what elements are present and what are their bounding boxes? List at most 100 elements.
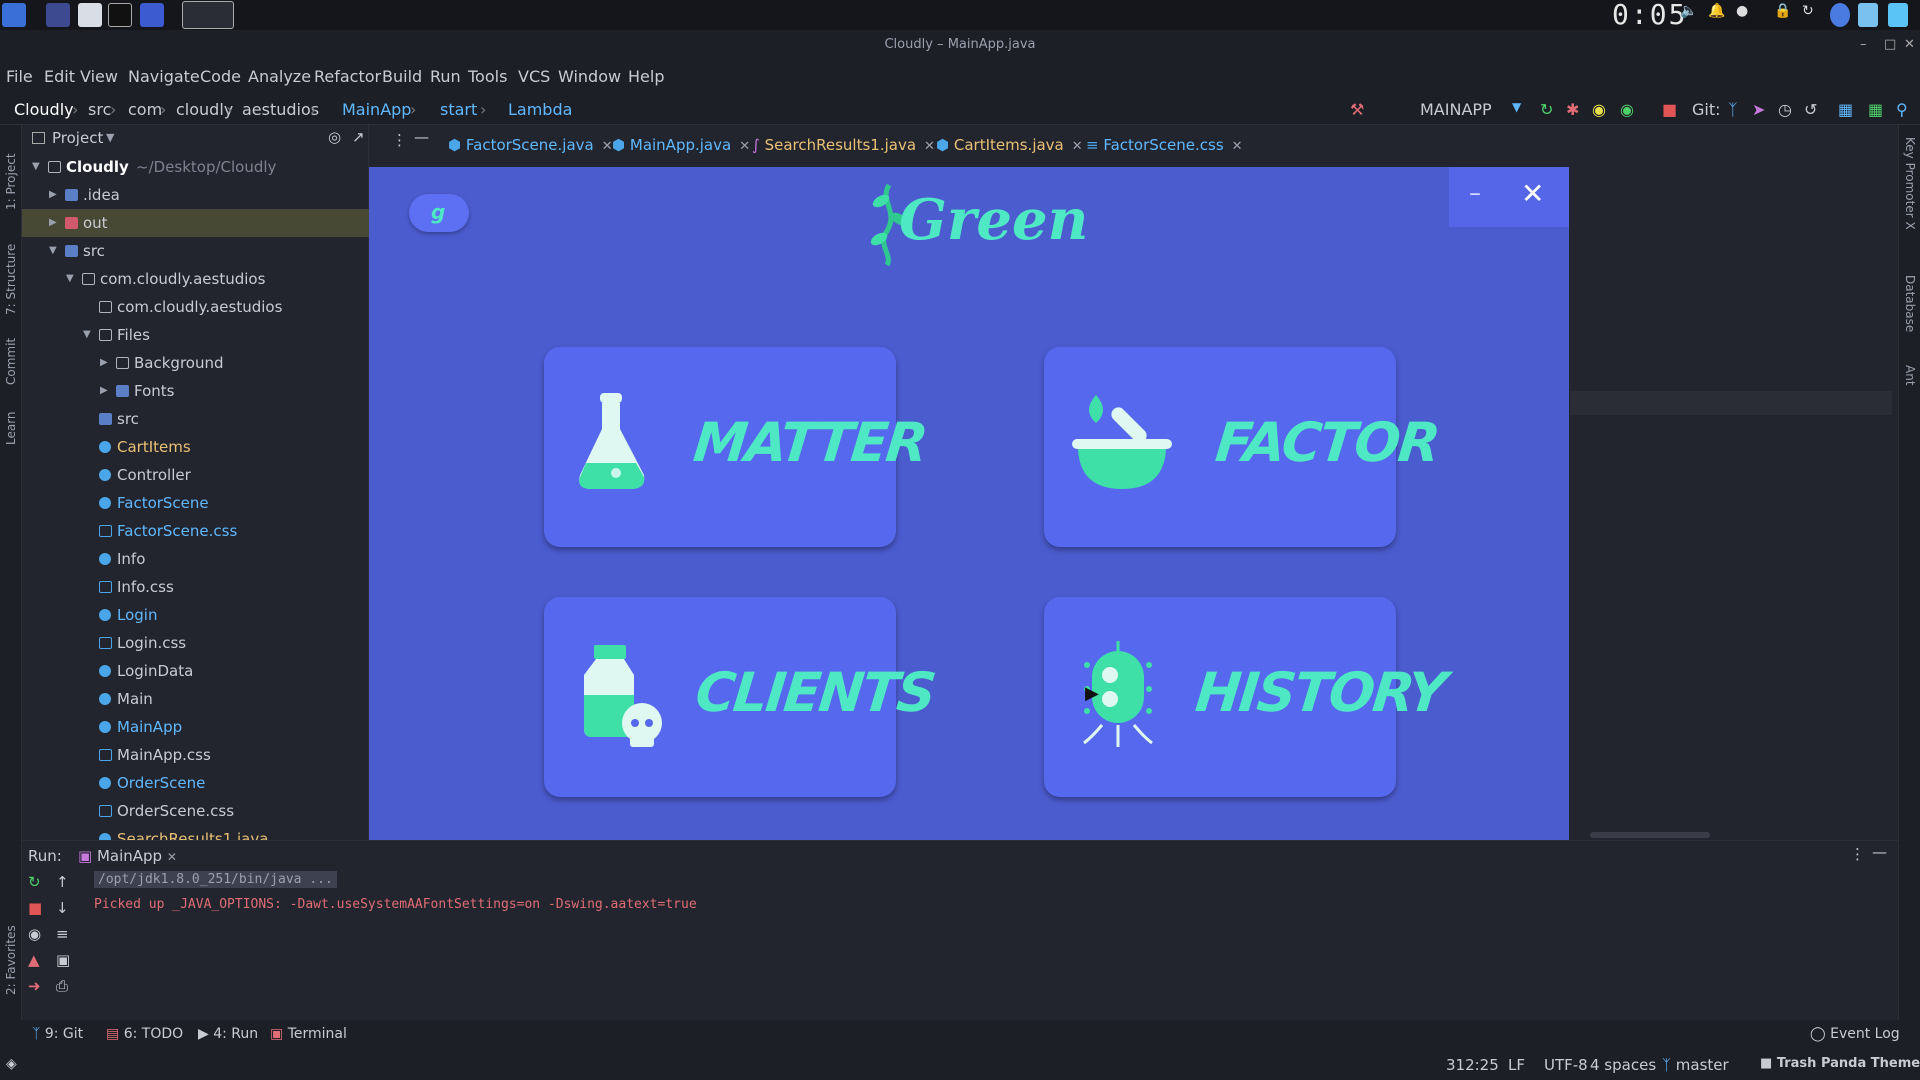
stop-icon[interactable]: ■ bbox=[1662, 100, 1677, 119]
tab-cartitems-java[interactable]: ⬢ CartItems.java ✕ bbox=[936, 136, 1083, 154]
terminal-toolbar-icon[interactable]: ▦ bbox=[1868, 100, 1883, 119]
menu-code[interactable]: Code bbox=[200, 67, 241, 86]
refresh-icon[interactable]: ↻ bbox=[1802, 3, 1820, 27]
tab-searchresults1-java[interactable]: ∫ SearchResults1.java ✕ bbox=[752, 136, 935, 154]
close-tab-icon[interactable]: ✕ bbox=[1232, 139, 1243, 154]
tree-row[interactable]: ▼ src bbox=[22, 237, 369, 265]
coverage-icon[interactable]: ◉ bbox=[1592, 100, 1606, 119]
close-tab-icon[interactable]: ✕ bbox=[924, 139, 935, 154]
tree-row[interactable]: Login bbox=[22, 601, 369, 629]
cursor-position[interactable]: 312:25 bbox=[1446, 1056, 1499, 1074]
play-store-icon[interactable] bbox=[1888, 3, 1908, 27]
panel-hide-icon[interactable]: — bbox=[414, 128, 429, 146]
tree-row[interactable]: CartItems bbox=[22, 433, 369, 461]
maximize-window-button[interactable]: □ bbox=[1884, 30, 1896, 59]
tree-row[interactable]: com.cloudly.aestudios bbox=[22, 293, 369, 321]
profile-icon[interactable]: ◉ bbox=[1620, 100, 1634, 119]
close-tab-icon[interactable]: ✕ bbox=[167, 850, 177, 864]
clients-card[interactable]: CLIENTS bbox=[544, 597, 937, 797]
breadcrumb-src[interactable]: src bbox=[88, 100, 111, 119]
chevron-down-icon[interactable]: ▼ bbox=[83, 321, 93, 349]
active-window-task[interactable] bbox=[182, 1, 234, 29]
tree-row[interactable]: ▶ .idea bbox=[22, 181, 369, 209]
tool-window-project[interactable]: 1: Project bbox=[4, 153, 18, 210]
chevron-right-icon[interactable]: ▶ bbox=[100, 377, 110, 405]
menu-analyze[interactable]: Analyze bbox=[248, 67, 311, 86]
notification-bell-icon[interactable]: 🔔 bbox=[1708, 3, 1726, 27]
tree-row[interactable]: Info.css bbox=[22, 573, 369, 601]
tree-row[interactable]: ▼ Files bbox=[22, 321, 369, 349]
tree-row[interactable]: src bbox=[22, 405, 369, 433]
menu-view[interactable]: View bbox=[80, 67, 118, 86]
menu-tools[interactable]: Tools bbox=[468, 67, 507, 86]
file-manager-icon[interactable] bbox=[78, 3, 102, 27]
tree-row[interactable]: OrderScene bbox=[22, 769, 369, 797]
menu-run[interactable]: Run bbox=[430, 67, 461, 86]
git-push-icon[interactable]: ➤ bbox=[1752, 100, 1765, 119]
chevron-down-icon[interactable]: ▼ bbox=[49, 237, 59, 265]
camera-icon[interactable]: ◉ bbox=[28, 925, 41, 943]
run-config-select[interactable]: MAINAPP bbox=[1420, 100, 1492, 119]
tree-row[interactable]: ▶ Fonts bbox=[22, 377, 369, 405]
tree-row[interactable]: ▶ Background bbox=[22, 349, 369, 377]
editor-horizontal-scrollbar[interactable] bbox=[1590, 832, 1710, 838]
layers-icon[interactable]: ◈ bbox=[6, 1056, 17, 1072]
android-studio-icon[interactable] bbox=[1858, 3, 1878, 27]
menu-refactor[interactable]: Refactor bbox=[314, 67, 381, 86]
app-logo-button[interactable]: g bbox=[409, 194, 469, 232]
project-view-select[interactable]: Project bbox=[52, 129, 103, 147]
app-close-button[interactable]: ✕ bbox=[1521, 177, 1544, 210]
chevron-right-icon[interactable]: ▶ bbox=[100, 349, 110, 377]
close-tab-icon[interactable]: ✕ bbox=[1072, 139, 1083, 154]
search-icon[interactable]: ⚲ bbox=[1896, 100, 1908, 119]
chevron-right-icon[interactable]: ▶ bbox=[49, 181, 59, 209]
breadcrumb-aestudios[interactable]: aestudios bbox=[242, 100, 319, 119]
git-history-icon[interactable]: ◷ bbox=[1778, 100, 1792, 119]
chevron-down-icon[interactable]: ▼ bbox=[32, 153, 42, 181]
power-icon[interactable]: ● bbox=[1736, 3, 1754, 27]
tab-run[interactable]: ▶ 4: Run bbox=[198, 1026, 258, 1042]
menu-navigate[interactable]: Navigate bbox=[128, 67, 200, 86]
menu-window[interactable]: Window bbox=[558, 67, 621, 86]
tree-row[interactable]: ▼ com.cloudly.aestudios bbox=[22, 265, 369, 293]
exit-icon[interactable]: ➜ bbox=[28, 977, 41, 995]
tool-window-key-promoter[interactable]: Key Promoter X bbox=[1903, 137, 1917, 230]
tree-row[interactable]: FactorScene.css bbox=[22, 517, 369, 545]
tree-row[interactable]: LoginData bbox=[22, 657, 369, 685]
tree-row[interactable]: FactorScene bbox=[22, 489, 369, 517]
tree-row[interactable]: Controller bbox=[22, 461, 369, 489]
file-encoding[interactable]: UTF-8 bbox=[1544, 1056, 1588, 1074]
tool-window-ant[interactable]: Ant bbox=[1903, 365, 1917, 386]
close-tab-icon[interactable]: ✕ bbox=[602, 139, 613, 154]
tab-factorscene-java[interactable]: ⬢ FactorScene.java ✕ bbox=[448, 136, 613, 154]
tab-mainapp-java[interactable]: ⬢ MainApp.java ✕ bbox=[612, 136, 750, 154]
build-hammer-icon[interactable]: ⚒ bbox=[1350, 100, 1364, 119]
run-panel-options-icon[interactable]: ⋮ bbox=[1850, 845, 1865, 863]
event-log-button[interactable]: ◯ Event Log bbox=[1810, 1026, 1900, 1042]
clear-output-icon[interactable]: ▣ bbox=[56, 951, 70, 969]
breadcrumb-mainapp[interactable]: MainApp bbox=[342, 100, 411, 119]
scroll-up-icon[interactable]: ↑ bbox=[56, 873, 69, 891]
tool-window-structure[interactable]: 7: Structure bbox=[4, 244, 18, 315]
run-tab[interactable]: ▣ MainApp ✕ bbox=[78, 847, 177, 865]
tab-todo[interactable]: ▤ 6: TODO bbox=[106, 1026, 183, 1042]
close-tab-icon[interactable]: ✕ bbox=[739, 139, 750, 154]
breadcrumb-cloudly[interactable]: cloudly bbox=[176, 100, 233, 119]
terminal-icon[interactable] bbox=[108, 3, 132, 27]
minimize-window-button[interactable]: – bbox=[1860, 30, 1867, 59]
desktop-icon[interactable] bbox=[46, 3, 70, 27]
matter-card[interactable]: MATTER bbox=[544, 347, 929, 547]
menu-vcs[interactable]: VCS bbox=[518, 67, 550, 86]
menu-edit[interactable]: Edit bbox=[44, 67, 75, 86]
chrome-icon[interactable] bbox=[1830, 3, 1850, 27]
panel-options-icon[interactable]: ⋮ bbox=[392, 131, 407, 149]
git-branch-status[interactable]: ᛉ master bbox=[1662, 1056, 1729, 1074]
rerun-icon[interactable]: ↻ bbox=[28, 873, 41, 891]
run-command[interactable]: /opt/jdk1.8.0_251/bin/java ... bbox=[94, 871, 337, 888]
app-minimize-button[interactable]: – bbox=[1469, 179, 1481, 207]
tool-window-favorites[interactable]: 2: Favorites bbox=[4, 925, 18, 995]
locate-icon[interactable]: ◎ bbox=[328, 128, 341, 146]
line-separator[interactable]: LF bbox=[1508, 1056, 1525, 1074]
tree-row[interactable]: Info bbox=[22, 545, 369, 573]
collapse-all-icon[interactable]: ↗ bbox=[352, 128, 365, 146]
